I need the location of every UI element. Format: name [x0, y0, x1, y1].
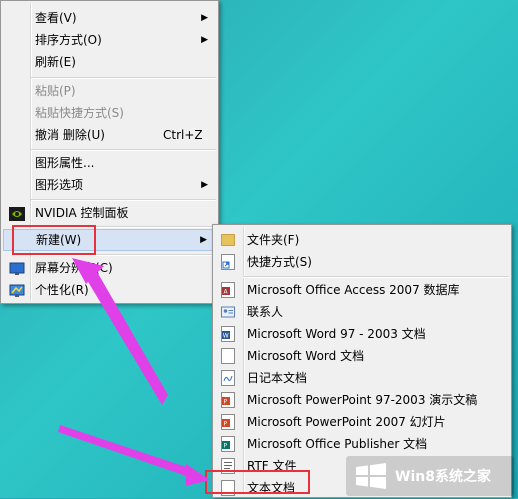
arrow-shaft-right-icon: [58, 425, 195, 478]
arrow-shaft-up-icon: [84, 270, 168, 405]
arrow-head-right-icon: [186, 464, 210, 486]
annotation-arrows: [58, 258, 210, 486]
watermark-text: Win8系统之家: [395, 469, 491, 485]
